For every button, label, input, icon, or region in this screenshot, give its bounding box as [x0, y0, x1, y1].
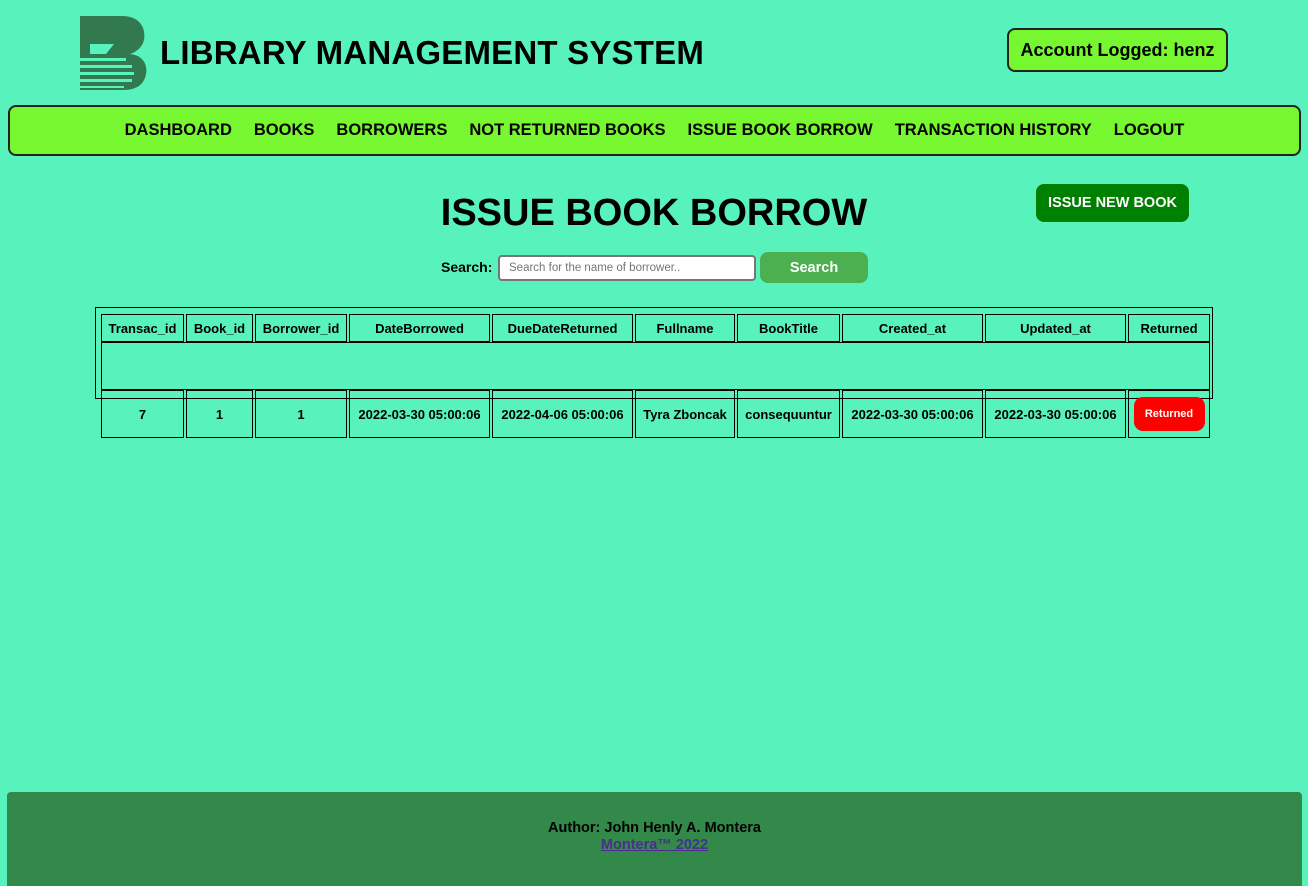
column-header-updated-at: Updated_at	[985, 314, 1126, 342]
app-title: LIBRARY MANAGEMENT SYSTEM	[160, 34, 705, 71]
nav-item-dashboard[interactable]: DASHBOARD	[125, 121, 232, 140]
cell-updated-at: 2022-03-30 05:00:06	[985, 390, 1126, 438]
footer-author: Author: John Henly A. Montera	[548, 820, 761, 836]
column-header-transac-id: Transac_id	[101, 314, 184, 342]
nav-item-transaction-history[interactable]: TRANSACTION HISTORY	[895, 121, 1092, 140]
column-header-returned: Returned	[1128, 314, 1210, 342]
nav-item-books[interactable]: BOOKS	[254, 121, 315, 140]
cell-book-title: consequuntur	[737, 390, 840, 438]
cell-fullname: Tyra Zboncak	[635, 390, 735, 438]
table-row: 7 1 1 2022-03-30 05:00:06 2022-04-06 05:…	[101, 390, 1210, 438]
table-header-row: Transac_id Book_id Borrower_id DateBorro…	[101, 314, 1210, 342]
search-button[interactable]: Search	[760, 252, 868, 283]
nav-item-logout[interactable]: LOGOUT	[1114, 121, 1185, 140]
account-logged-badge: Account Logged: henz	[1007, 28, 1228, 72]
column-header-book-title: BookTitle	[737, 314, 840, 342]
search-input[interactable]	[498, 255, 756, 281]
returned-button[interactable]: Returned	[1133, 397, 1205, 431]
footer: Author: John Henly A. Montera Montera™ 2…	[7, 792, 1302, 886]
nav-item-borrowers[interactable]: BORROWERS	[336, 121, 447, 140]
footer-link[interactable]: Montera™ 2022	[7, 837, 1302, 853]
search-label: Search:	[441, 259, 493, 275]
nav-item-issue-book-borrow[interactable]: ISSUE BOOK BORROW	[688, 121, 873, 140]
column-header-fullname: Fullname	[635, 314, 735, 342]
header: LIBRARY MANAGEMENT SYSTEM Account Logged…	[0, 0, 1308, 100]
column-header-borrower-id: Borrower_id	[255, 314, 347, 342]
column-header-created-at: Created_at	[842, 314, 983, 342]
column-header-book-id: Book_id	[186, 314, 253, 342]
column-header-date-borrowed: DateBorrowed	[349, 314, 490, 342]
cell-due-date-returned: 2022-04-06 05:00:06	[492, 390, 633, 438]
cell-returned: Returned	[1128, 390, 1210, 438]
cell-date-borrowed: 2022-03-30 05:00:06	[349, 390, 490, 438]
nav-item-not-returned-books[interactable]: NOT RETURNED BOOKS	[469, 121, 665, 140]
cell-created-at: 2022-03-30 05:00:06	[842, 390, 983, 438]
library-book-logo-icon	[80, 16, 147, 90]
transactions-table-container: Transac_id Book_id Borrower_id DateBorro…	[95, 307, 1213, 438]
column-header-due-date-returned: DueDateReturned	[492, 314, 633, 342]
cell-book-id: 1	[186, 390, 253, 438]
main-navbar: DASHBOARD BOOKS BORROWERS NOT RETURNED B…	[8, 105, 1301, 156]
table-spacer	[101, 342, 1210, 390]
cell-transac-id: 7	[101, 390, 184, 438]
issue-new-book-button[interactable]: ISSUE NEW BOOK	[1036, 184, 1189, 222]
transactions-table: Transac_id Book_id Borrower_id DateBorro…	[99, 314, 1212, 438]
cell-borrower-id: 1	[255, 390, 347, 438]
